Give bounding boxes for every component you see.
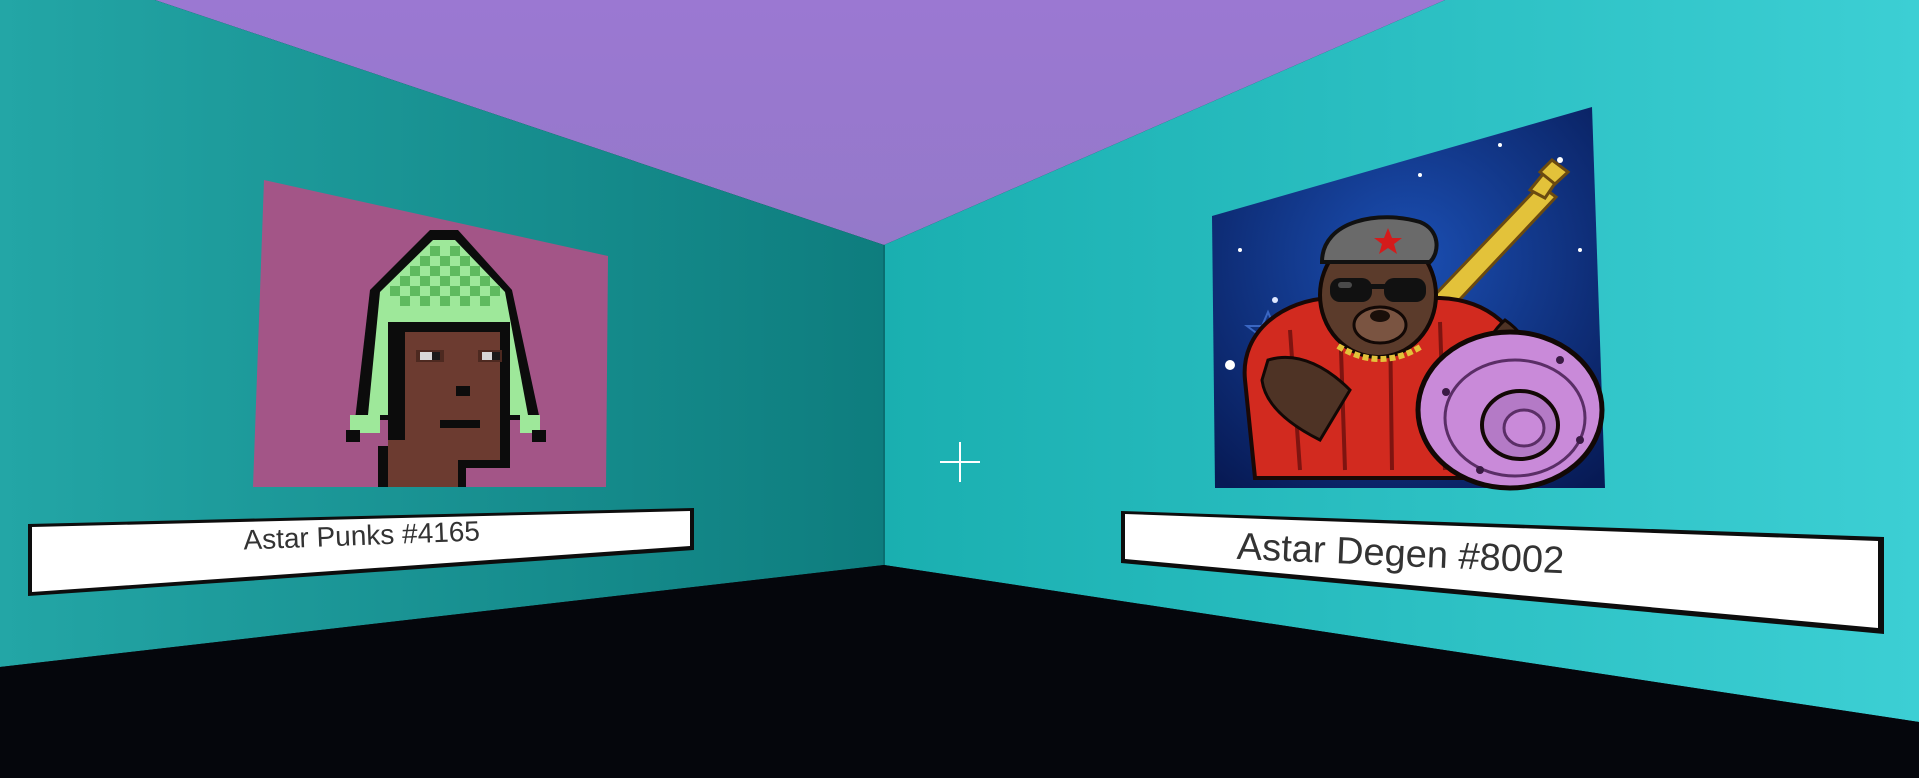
gallery-room-view[interactable]: Astar Punks #4165 Astar Degen #8002 — [0, 0, 1919, 778]
gallery-scene[interactable]: Astar Punks #4165 Astar Degen #8002 — [0, 0, 1919, 778]
